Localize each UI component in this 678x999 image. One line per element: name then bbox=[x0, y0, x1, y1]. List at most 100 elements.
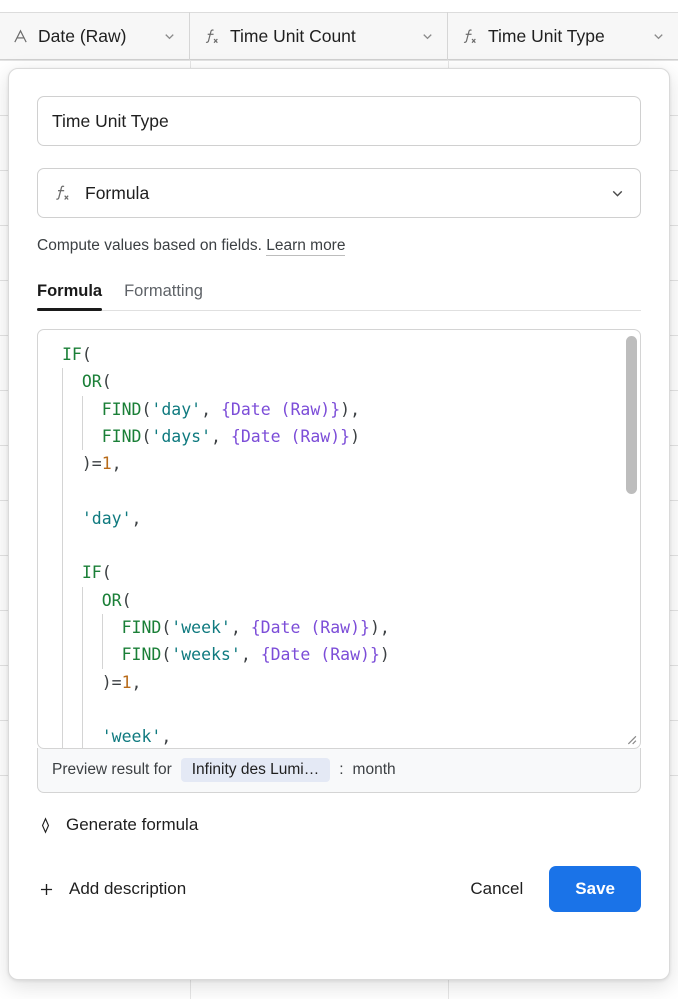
grid-column-date-raw[interactable]: Date (Raw) bbox=[0, 12, 190, 60]
preview-prefix: Preview result for bbox=[52, 761, 172, 778]
code-token: ) bbox=[379, 645, 390, 665]
formula-line: OR( bbox=[54, 368, 614, 396]
code-token: 'day' bbox=[81, 508, 132, 528]
sparkle-icon bbox=[37, 816, 54, 834]
indent-guide bbox=[81, 395, 83, 423]
formula-editor[interactable]: IF(OR(FIND('day', {Date (Raw)}), FIND('da… bbox=[37, 329, 641, 749]
indent-guide bbox=[62, 395, 63, 423]
code-token: OR bbox=[101, 590, 122, 610]
preview-result-value: month bbox=[352, 761, 396, 778]
indent-guide bbox=[62, 422, 63, 451]
indent-guide bbox=[101, 613, 103, 642]
indent-guide bbox=[62, 613, 63, 642]
formula-code[interactable]: IF(OR(FIND('day', {Date (Raw)}), FIND('da… bbox=[38, 330, 640, 748]
field-type-description: Compute values based on fields. Learn mo… bbox=[37, 237, 641, 256]
indent-guide bbox=[81, 586, 83, 614]
learn-more-link[interactable]: Learn more bbox=[266, 237, 346, 256]
code-token: IF bbox=[62, 345, 82, 364]
formula-line: OR( bbox=[54, 586, 614, 614]
formula-line: FIND('weeks', {Date (Raw)}) bbox=[54, 641, 614, 669]
indent-guide bbox=[62, 504, 63, 533]
code-token: , bbox=[201, 399, 221, 419]
grid-row bbox=[0, 60, 678, 61]
tab-formula[interactable]: Formula bbox=[37, 282, 103, 311]
code-token: ( bbox=[101, 563, 112, 583]
code-token: , bbox=[211, 426, 231, 446]
code-token: , bbox=[230, 617, 251, 637]
code-token: ( bbox=[161, 645, 172, 665]
formula-line: IF( bbox=[54, 341, 614, 368]
grid-column-time-unit-count[interactable]: Time Unit Count bbox=[190, 12, 448, 60]
code-token: , bbox=[131, 508, 142, 528]
formula-line bbox=[54, 477, 614, 505]
scrollbar-thumb[interactable] bbox=[626, 336, 637, 494]
chevron-down-icon[interactable] bbox=[651, 29, 666, 44]
code-token: 'weeks' bbox=[171, 645, 241, 665]
grid-column-label: Time Unit Count bbox=[230, 25, 356, 46]
formula-line: 'week', bbox=[54, 723, 614, 748]
code-token: 'week' bbox=[101, 727, 162, 747]
cancel-button[interactable]: Cancel bbox=[454, 869, 539, 909]
code-token: {Date (Raw)} bbox=[260, 645, 380, 665]
indent-guide bbox=[81, 613, 83, 642]
code-token: 1 bbox=[101, 454, 112, 474]
code-token: ( bbox=[141, 426, 152, 446]
indent-guide bbox=[81, 668, 83, 696]
code-token: ( bbox=[101, 372, 112, 392]
chevron-down-icon[interactable] bbox=[162, 29, 177, 44]
indent-guide bbox=[62, 450, 63, 478]
generate-formula-button[interactable]: Generate formula bbox=[37, 815, 641, 835]
field-editor-panel: Formula Compute values based on fields. … bbox=[8, 68, 670, 980]
formula-line: )=1, bbox=[54, 450, 614, 478]
code-token: FIND bbox=[101, 399, 142, 419]
formula-editor-scrollbar[interactable] bbox=[626, 336, 637, 742]
code-token: ( bbox=[141, 399, 152, 419]
grid-column-label: Time Unit Type bbox=[488, 25, 605, 46]
code-token: {Date (Raw)} bbox=[230, 426, 351, 446]
code-token: FIND bbox=[121, 645, 162, 665]
formula-line: )=1, bbox=[54, 668, 614, 696]
formula-line: FIND('week', {Date (Raw)}), bbox=[54, 613, 614, 642]
resize-grip-icon[interactable] bbox=[624, 732, 637, 745]
indent-guide bbox=[81, 695, 83, 724]
add-description-label: Add description bbox=[69, 879, 187, 898]
field-type-label: Formula bbox=[85, 182, 150, 203]
grid-column-time-unit-type[interactable]: Time Unit Type bbox=[448, 12, 678, 60]
indent-guide bbox=[62, 559, 63, 587]
add-description-button[interactable]: Add description bbox=[37, 879, 186, 899]
field-type-select[interactable]: Formula bbox=[37, 168, 641, 218]
code-token: 1 bbox=[121, 672, 132, 692]
save-button[interactable]: Save bbox=[549, 866, 641, 912]
tab-formatting[interactable]: Formatting bbox=[124, 282, 203, 310]
formula-line: FIND('days', {Date (Raw)}) bbox=[54, 422, 614, 451]
code-token: IF bbox=[81, 563, 102, 583]
indent-guide bbox=[81, 422, 83, 451]
formula-line bbox=[54, 695, 614, 724]
indent-guide bbox=[62, 641, 63, 669]
chevron-down-icon[interactable] bbox=[420, 29, 435, 44]
formula-fx-icon bbox=[52, 183, 72, 203]
grid-column-header: Date (Raw) Time Unit Count Time Unit Typ… bbox=[0, 12, 678, 60]
code-token: ( bbox=[81, 345, 92, 364]
code-token: FIND bbox=[121, 617, 162, 637]
code-token: , bbox=[111, 454, 122, 474]
indent-guide bbox=[81, 723, 83, 748]
formula-line bbox=[54, 532, 614, 560]
formula-line: FIND('day', {Date (Raw)}), bbox=[54, 395, 614, 423]
code-token: ), bbox=[340, 399, 361, 419]
indent-guide bbox=[62, 586, 63, 614]
formula-line: 'day', bbox=[54, 504, 614, 533]
editor-tabs: Formula Formatting bbox=[37, 282, 641, 311]
formula-fx-icon bbox=[202, 27, 221, 46]
indent-guide bbox=[81, 641, 83, 669]
code-token: OR bbox=[81, 372, 102, 392]
generate-formula-label: Generate formula bbox=[66, 815, 199, 834]
preview-record-chip[interactable]: Infinity des Lumi… bbox=[180, 758, 331, 782]
code-token: , bbox=[240, 645, 261, 665]
code-token: )= bbox=[101, 672, 122, 692]
chevron-down-icon[interactable] bbox=[609, 185, 626, 202]
grid-column-label: Date (Raw) bbox=[38, 25, 127, 46]
code-token: 'week' bbox=[171, 617, 231, 637]
field-name-input[interactable] bbox=[37, 96, 641, 146]
preview-separator: : bbox=[339, 761, 344, 778]
